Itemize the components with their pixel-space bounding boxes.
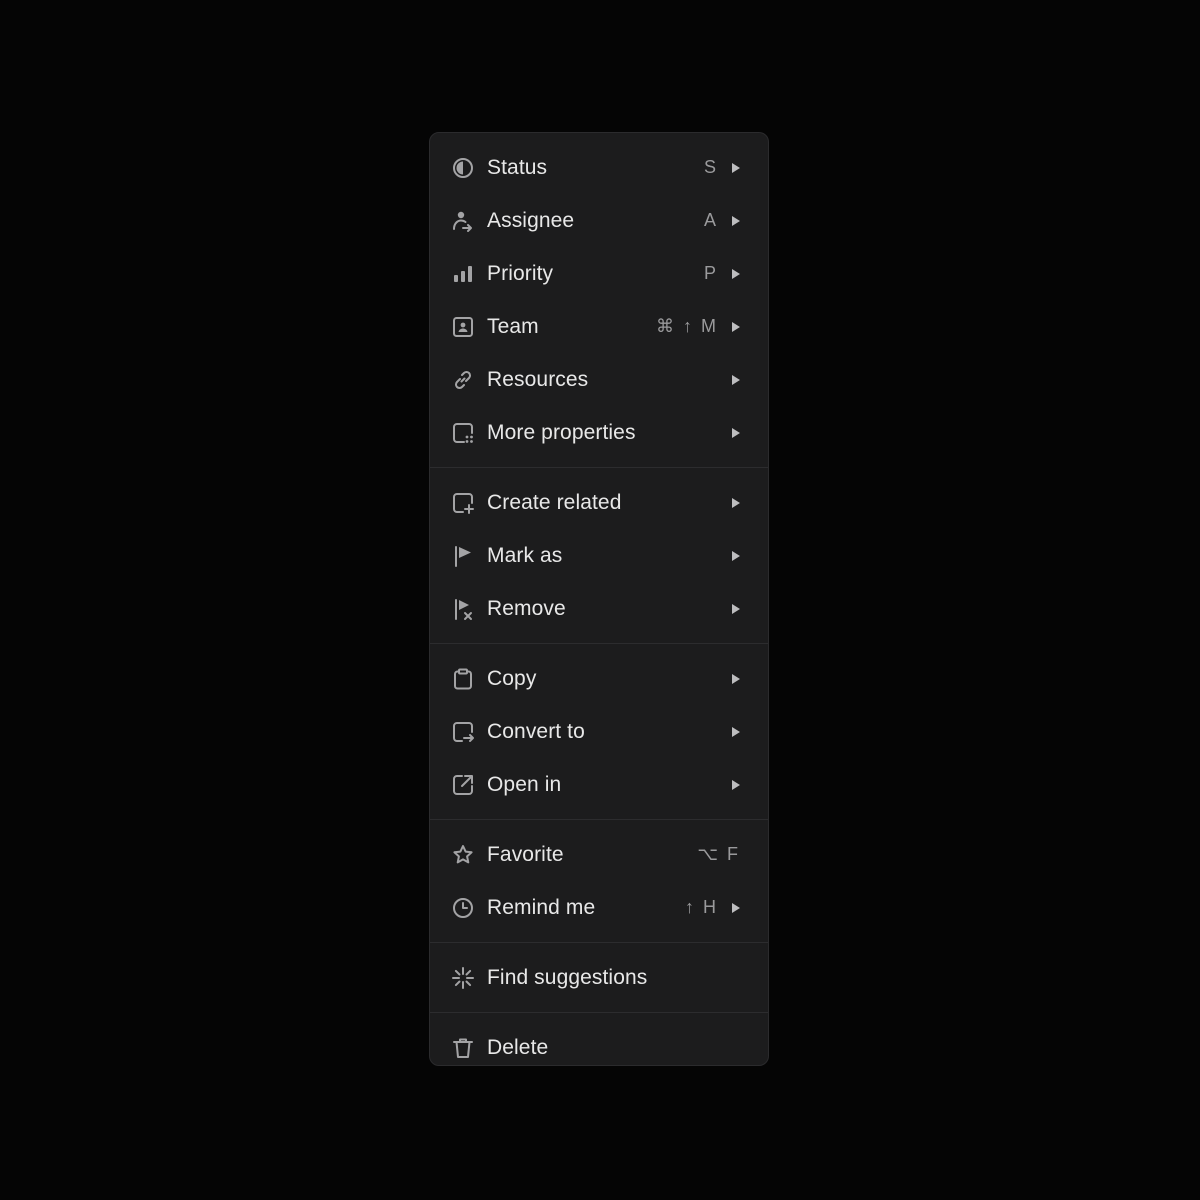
star-icon [451,843,475,867]
menu-item-label: More properties [487,420,636,444]
menu-group: Status S Assignee A Priority P Team ⌘ ↑ M Resour… [430,141,768,468]
clipboard-icon [451,667,475,691]
menu-item-open-in[interactable]: Open in [430,758,768,811]
menu-group: Find suggestions [430,951,768,1013]
menu-item-label: Favorite [487,842,564,866]
menu-item-label: Priority [487,261,554,285]
link-icon [451,368,475,392]
shortcut-hint: ↑ H [685,897,718,917]
submenu-arrow-icon [732,726,740,738]
menu-item-label: Create related [487,490,622,514]
menu-item-label: Status [487,155,548,179]
menu-item-more-properties[interactable]: More properties [430,406,768,459]
sparkle-icon [451,966,475,990]
menu-item-label: Convert to [487,719,585,743]
clock-icon [451,896,475,920]
external-link-icon [451,773,475,797]
menu-item-assignee[interactable]: Assignee A [430,194,768,247]
submenu-arrow-icon [732,427,740,439]
flag-x-icon [451,597,475,621]
menu-item-copy[interactable]: Copy [430,652,768,705]
submenu-arrow-icon [732,673,740,685]
submenu-arrow-icon [732,268,740,280]
menu-group: Favorite ⌥ F Remind me ↑ H [430,828,768,943]
submenu-arrow-icon [732,321,740,333]
menu-item-priority[interactable]: Priority P [430,247,768,300]
menu-item-label: Open in [487,772,562,796]
menu-item-label: Remind me [487,895,596,919]
person-arrow-icon [451,209,475,233]
menu-item-label: Resources [487,367,589,391]
submenu-arrow-icon [732,550,740,562]
menu-item-favorite[interactable]: Favorite ⌥ F [430,828,768,881]
square-plus-icon [451,491,475,515]
menu-item-label: Find suggestions [487,965,648,989]
flag-icon [451,544,475,568]
shortcut-hint: A [703,210,718,230]
menu-group: Delete [430,1021,768,1082]
trash-icon [451,1036,475,1060]
menu-item-remind-me[interactable]: Remind me ↑ H [430,881,768,934]
menu-item-create-related[interactable]: Create related [430,476,768,529]
submenu-arrow-icon [732,779,740,791]
square-arrow-icon [451,720,475,744]
menu-item-status[interactable]: Status S [430,141,768,194]
menu-item-label: Mark as [487,543,563,567]
menu-item-delete[interactable]: Delete [430,1021,768,1074]
shortcut-hint: ⌘ ↑ M [656,316,718,336]
half-circle-icon [451,156,475,180]
shortcut-hint: P [703,263,718,283]
menu-item-label: Copy [487,666,537,690]
submenu-arrow-icon [732,603,740,615]
menu-item-label: Assignee [487,208,575,232]
menu-item-label: Remove [487,596,566,620]
menu-item-team[interactable]: Team ⌘ ↑ M [430,300,768,353]
submenu-arrow-icon [732,374,740,386]
square-dots-icon [451,421,475,445]
submenu-arrow-icon [732,162,740,174]
submenu-arrow-icon [732,902,740,914]
context-menu: Status S Assignee A Priority P Team ⌘ ↑ M Resour… [429,132,769,1066]
submenu-arrow-icon [732,215,740,227]
menu-item-label: Team [487,314,539,338]
menu-group: Create related Mark as Remove [430,476,768,644]
menu-item-find-suggestions[interactable]: Find suggestions [430,951,768,1004]
team-badge-icon [451,315,475,339]
menu-item-mark-as[interactable]: Mark as [430,529,768,582]
bars-icon [451,262,475,286]
submenu-arrow-icon [732,497,740,509]
menu-item-resources[interactable]: Resources [430,353,768,406]
shortcut-hint: S [703,157,718,177]
menu-item-convert-to[interactable]: Convert to [430,705,768,758]
shortcut-hint: ⌥ F [697,844,740,864]
menu-item-label: Delete [487,1035,549,1059]
menu-item-remove[interactable]: Remove [430,582,768,635]
menu-group: Copy Convert to Open in [430,652,768,820]
